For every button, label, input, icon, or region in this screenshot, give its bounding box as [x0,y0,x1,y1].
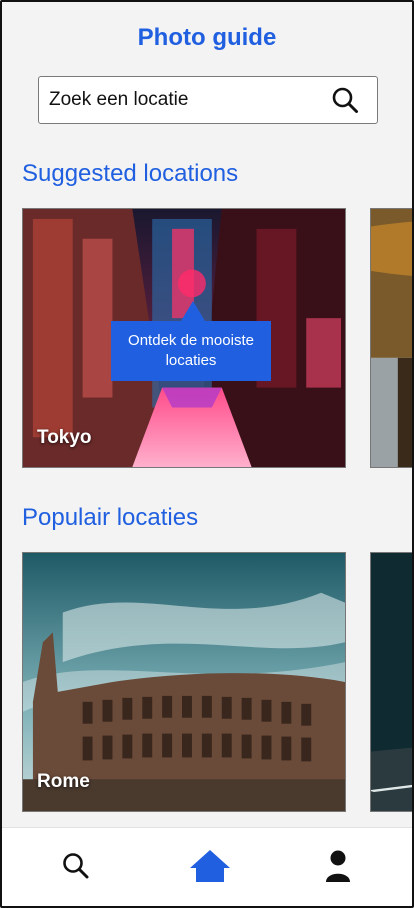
tab-home[interactable] [186,842,234,890]
user-icon [326,850,350,882]
section-title-popular: Populair locaties [22,504,199,531]
home-icon [190,850,230,882]
tab-search[interactable] [52,842,100,890]
card-label-tokyo: Tokyo [37,427,92,448]
bottom-tab-bar [2,827,412,906]
search-box[interactable] [38,76,378,124]
autumn-street-photo [371,209,412,467]
location-card-next-popular[interactable] [370,552,412,812]
card-label-rome: Rome [37,771,90,792]
city-night-photo [371,553,412,811]
section-title-suggested: Suggested locations [22,160,239,187]
search-icon[interactable] [331,86,359,114]
tab-profile[interactable] [314,842,362,890]
search-input[interactable] [49,77,319,123]
location-card-rome[interactable]: Rome [22,552,346,812]
onboarding-tooltip: Ontdek de mooiste locaties [111,301,271,381]
popular-carousel[interactable]: Rome [22,552,412,814]
suggested-carousel[interactable]: Ontdek de mooiste locaties Tokyo [22,208,412,470]
app-frame: Photo guide Suggested locations [0,0,414,908]
page-title: Photo guide [137,24,277,51]
search-icon [63,853,89,879]
location-card-next[interactable] [370,208,412,468]
location-card-tokyo[interactable]: Ontdek de mooiste locaties Tokyo [22,208,346,468]
